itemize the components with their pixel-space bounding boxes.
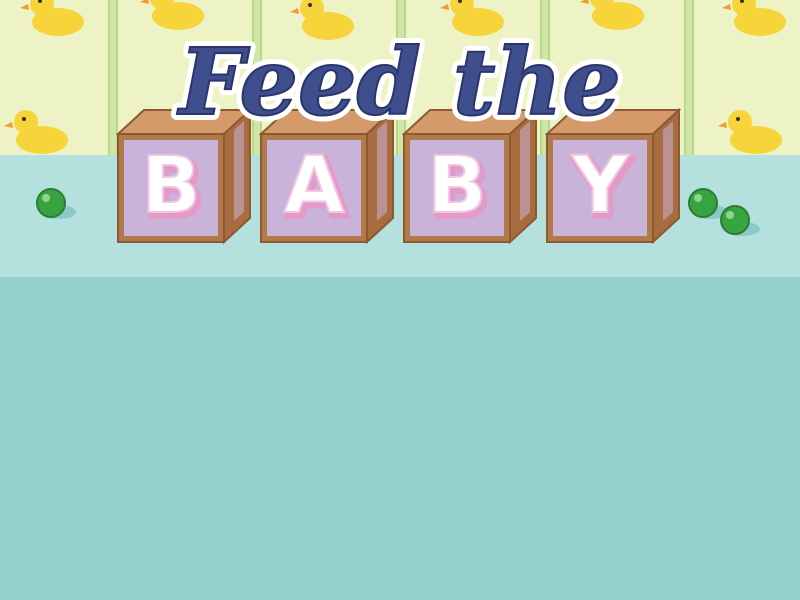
pea-icon xyxy=(36,188,76,219)
play-area xyxy=(0,277,800,600)
game-title: Feed the Feed the xyxy=(0,18,800,138)
block-letter: B xyxy=(141,141,200,231)
block-letter: B xyxy=(427,141,486,231)
block-letter: Y xyxy=(571,141,630,231)
pea-icon xyxy=(720,205,760,236)
title-text: Feed the xyxy=(176,28,621,136)
block-letter: A xyxy=(284,141,344,231)
game-scene: BBAABBYY Feed the Feed the xyxy=(0,0,800,600)
